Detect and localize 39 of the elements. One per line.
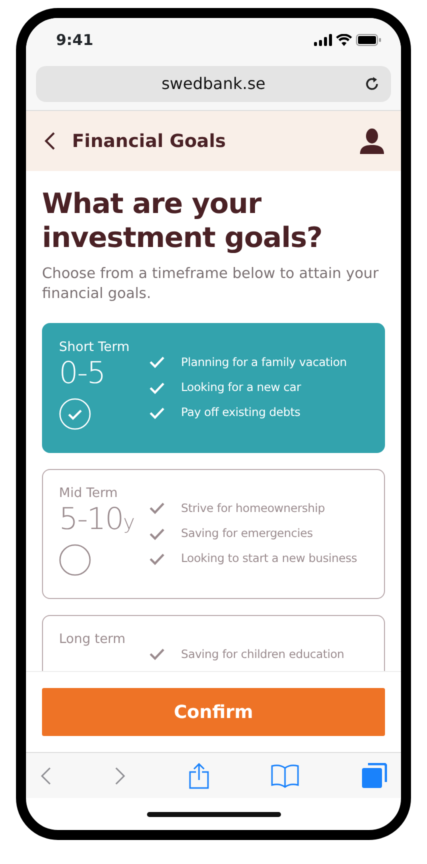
wifi-icon	[336, 34, 352, 46]
status-time: 9:41	[56, 30, 94, 51]
page-title: Financial Goals	[72, 130, 226, 154]
checked-radio-icon[interactable]	[59, 398, 91, 430]
reload-icon[interactable]	[363, 75, 381, 93]
book-icon[interactable]	[270, 764, 299, 788]
check-icon	[149, 648, 165, 660]
forward-icon[interactable]	[114, 766, 126, 786]
share-icon[interactable]	[188, 762, 208, 788]
check-icon	[149, 406, 165, 419]
address-bar[interactable]: swedbank.se	[36, 66, 391, 102]
question-heading: What are your investment goals?	[42, 187, 324, 254]
timeframe-label: Mid Term	[59, 484, 119, 503]
goal-text: Looking for a new car	[181, 379, 301, 396]
home-indicator[interactable]	[146, 812, 280, 816]
timeframe-card[interactable]: Short Term 0-5 Planning for a family vacation Looking for a new car Pay off existing debts	[42, 322, 385, 453]
goal-text: Planning for a family vacation	[181, 354, 347, 371]
user-icon[interactable]	[359, 128, 385, 154]
check-icon	[149, 382, 165, 394]
tabs-icon[interactable]	[361, 762, 387, 788]
goal-text: Saving for emergencies	[181, 525, 313, 542]
goal-text: Pay off existing debts	[181, 404, 300, 422]
signal-icon	[314, 34, 332, 46]
check-icon	[149, 356, 165, 368]
goal-text: Looking to start a new business	[181, 550, 358, 568]
timeframe-label: Long term	[59, 630, 126, 649]
year-range: 0-5	[59, 357, 106, 390]
check-icon	[149, 528, 165, 540]
check-icon	[149, 552, 165, 565]
timeframe-card[interactable]: Long term Saving for children education	[42, 614, 385, 671]
timeframe-label: Short Term	[59, 338, 131, 357]
radio-icon[interactable]	[59, 544, 91, 576]
instruction-text: Choose from a timeframe below to attain your financial goals.	[42, 265, 380, 304]
confirm-button[interactable]: Confirm	[42, 688, 385, 736]
back-icon[interactable]	[44, 131, 56, 151]
check-icon	[149, 502, 165, 514]
goal-text: Saving for children education	[181, 646, 344, 663]
battery-icon	[356, 34, 381, 46]
goal-text: Strive for homeownership	[181, 500, 325, 517]
